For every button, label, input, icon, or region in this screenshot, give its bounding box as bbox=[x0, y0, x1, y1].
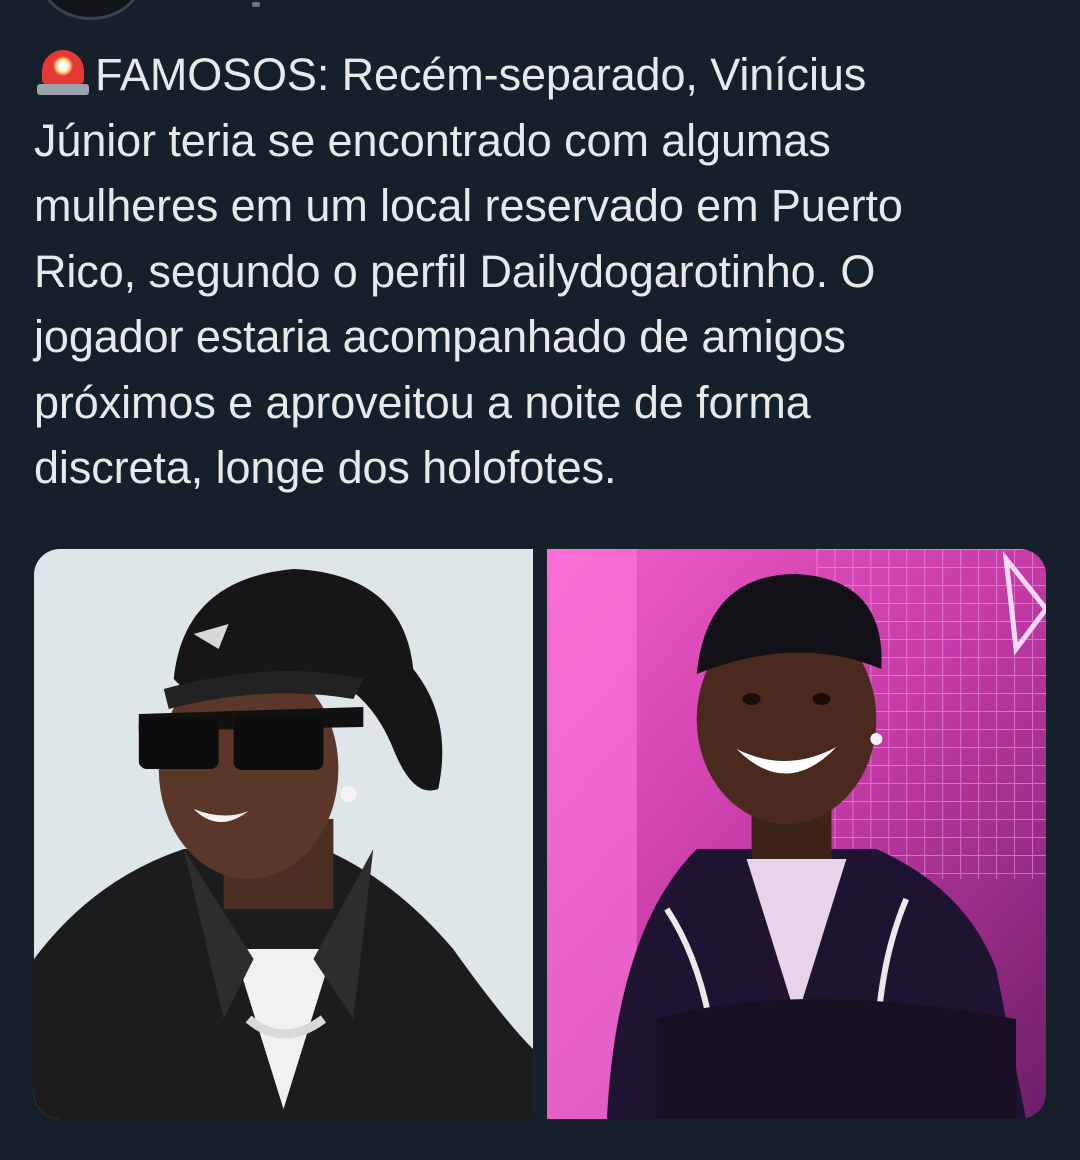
author-meta bbox=[252, 2, 260, 7]
photo-1[interactable] bbox=[34, 549, 533, 1119]
tweet-body: FAMOSOS: Recém-separado, Vinícius Júnior… bbox=[34, 49, 903, 493]
tweet-text: FAMOSOS: Recém-separado, Vinícius Júnior… bbox=[34, 42, 1044, 501]
avatar[interactable] bbox=[40, 0, 142, 20]
media-grid bbox=[34, 549, 1046, 1119]
photo-man-smiling-neon-pink-icon bbox=[547, 549, 1046, 1119]
photo-2[interactable] bbox=[547, 549, 1046, 1119]
police-car-light-icon bbox=[34, 46, 92, 96]
photo-man-in-prada-bucket-hat-icon bbox=[34, 549, 533, 1119]
